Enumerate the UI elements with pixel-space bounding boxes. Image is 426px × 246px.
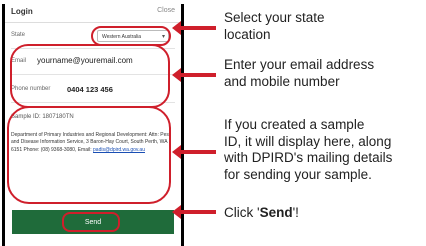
state-row: State Western Australia ▾ — [11, 26, 175, 49]
state-note-line: location — [224, 26, 271, 42]
sample-note-line: with DPIRD's mailing details — [224, 150, 393, 165]
contact-arrow-icon — [172, 68, 216, 82]
chevron-down-icon: ▾ — [161, 34, 165, 40]
email-row: Email yourname@youremail.com — [11, 52, 175, 75]
state-arrow-icon — [172, 21, 216, 35]
phone-frame: Login Close State Western Australia ▾ Em… — [2, 4, 184, 246]
state-note: Select your state location — [224, 10, 325, 43]
mailing-details-text: Department of Primary Industries and Reg… — [11, 132, 171, 153]
email-label: Email — [11, 58, 27, 64]
sample-id: Sample ID: 1807180TN — [11, 114, 74, 120]
send-button[interactable]: Send — [12, 210, 174, 234]
send-note-bold: Send — [259, 205, 293, 220]
sample-note: If you created a sample ID, it will disp… — [224, 117, 392, 183]
contact-note: Enter your email address and mobile numb… — [224, 57, 374, 90]
sample-note-line: If you created a sample — [224, 117, 365, 132]
phone-field[interactable]: 0404 123 456 — [67, 85, 113, 94]
phone-label: Phone number — [11, 86, 51, 92]
sample-note-line: for sending your sample. — [224, 166, 372, 182]
contact-note-line: and mobile number — [224, 73, 340, 89]
login-screen: Login Close State Western Australia ▾ Em… — [5, 4, 181, 246]
phone-row: Phone number 0404 123 456 — [11, 80, 175, 103]
state-note-line: Select your state — [224, 10, 325, 25]
email-field[interactable]: yourname@youremail.com — [37, 56, 133, 65]
send-arrow-icon — [172, 205, 216, 219]
sample-arrow-icon — [172, 145, 216, 159]
state-label: State — [11, 32, 26, 38]
close-button[interactable]: Close — [157, 7, 175, 14]
contact-note-line: Enter your email address — [224, 57, 375, 72]
mailing-email-link[interactable]: padis@dpird.wa.gov.au — [93, 147, 145, 153]
mailing-details: Department of Primary Industries and Reg… — [11, 132, 173, 154]
send-note-prefix: Click ' — [224, 205, 260, 220]
login-header: Login Close — [5, 4, 181, 23]
login-title: Login — [11, 7, 33, 16]
state-select-value: Western Australia — [102, 34, 142, 40]
send-note: Click 'Send'! — [224, 205, 299, 222]
state-select[interactable]: Western Australia ▾ — [97, 30, 169, 42]
send-note-suffix: '! — [292, 205, 299, 220]
sample-note-line: ID, it will display here, along — [224, 133, 392, 149]
